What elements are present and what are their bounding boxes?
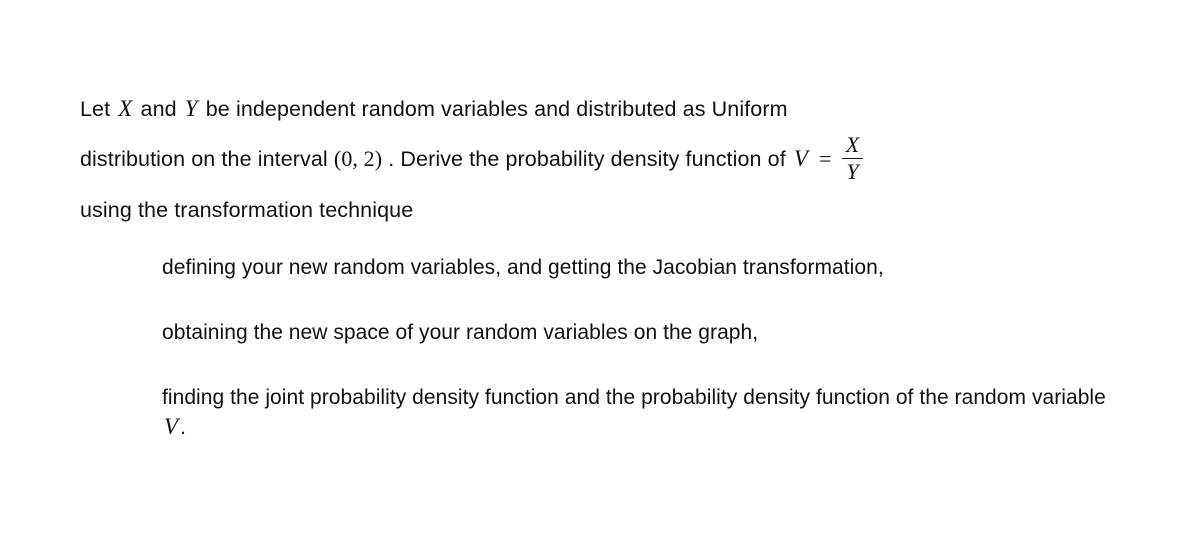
sub-requirements-list: defining your new random variables, and … (162, 253, 1142, 442)
sub-requirement-item-3: finding the joint probability density fu… (162, 383, 1130, 442)
problem-line2-text-b: . Derive the probability density functio… (388, 147, 786, 171)
problem-line1-text-a: Let (80, 97, 111, 121)
sub-requirement-item-3-period: . (180, 416, 186, 439)
problem-line1-text-c: be independent random variables and dist… (205, 97, 788, 121)
problem-statement: Let X and Y be independent random variab… (80, 84, 1140, 235)
sub-requirement-item-1: defining your new random variables, and … (162, 256, 884, 279)
problem-line-1: Let X and Y be independent random variab… (80, 84, 1140, 134)
problem-line-3: using the transformation technique (80, 198, 414, 223)
fraction-x-over-y: X Y (841, 131, 864, 185)
problem-line-2: distribution on the interval (0, 2) . De… (80, 131, 1140, 186)
problem-line1-text-b: and (140, 97, 177, 121)
variable-x: X (118, 96, 133, 121)
sub-requirement-item-3-text: finding the joint probability density fu… (162, 386, 1106, 409)
fraction-denominator: Y (846, 159, 859, 185)
variable-y: Y (184, 96, 198, 121)
problem-line2-text-a: distribution on the interval (80, 147, 328, 171)
variable-v: V (793, 146, 809, 171)
variable-v-final: V (164, 414, 179, 439)
sub-requirement-item-2: obtaining the new space of your random v… (162, 321, 759, 344)
document-page: Let X and Y be independent random variab… (0, 0, 1200, 535)
interval-notation: (0, 2) (333, 146, 383, 171)
equals-sign: = (819, 146, 832, 171)
fraction-numerator: X (845, 131, 860, 157)
